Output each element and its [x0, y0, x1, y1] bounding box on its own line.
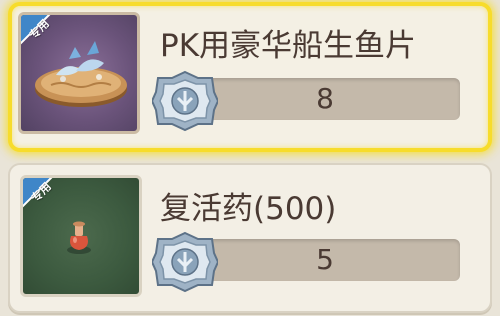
item-card-revive-potion[interactable]: 专用 复活药(500) 5	[8, 163, 492, 313]
item-count: 8	[316, 82, 334, 115]
item-thumbnail: 专用	[18, 12, 140, 134]
item-count: 5	[316, 243, 334, 276]
silver-emblem-icon	[152, 70, 218, 132]
item-name: PK用豪华船生鱼片	[160, 28, 417, 64]
item-card-sashimi[interactable]: 专用 PK用豪华船生鱼片 8	[8, 2, 492, 152]
item-thumbnail: 专用	[20, 175, 142, 297]
item-count-bar: 8	[190, 78, 460, 120]
silver-emblem-icon	[152, 231, 218, 293]
item-name: 复活药(500)	[160, 191, 337, 227]
item-count-bar: 5	[190, 239, 460, 281]
